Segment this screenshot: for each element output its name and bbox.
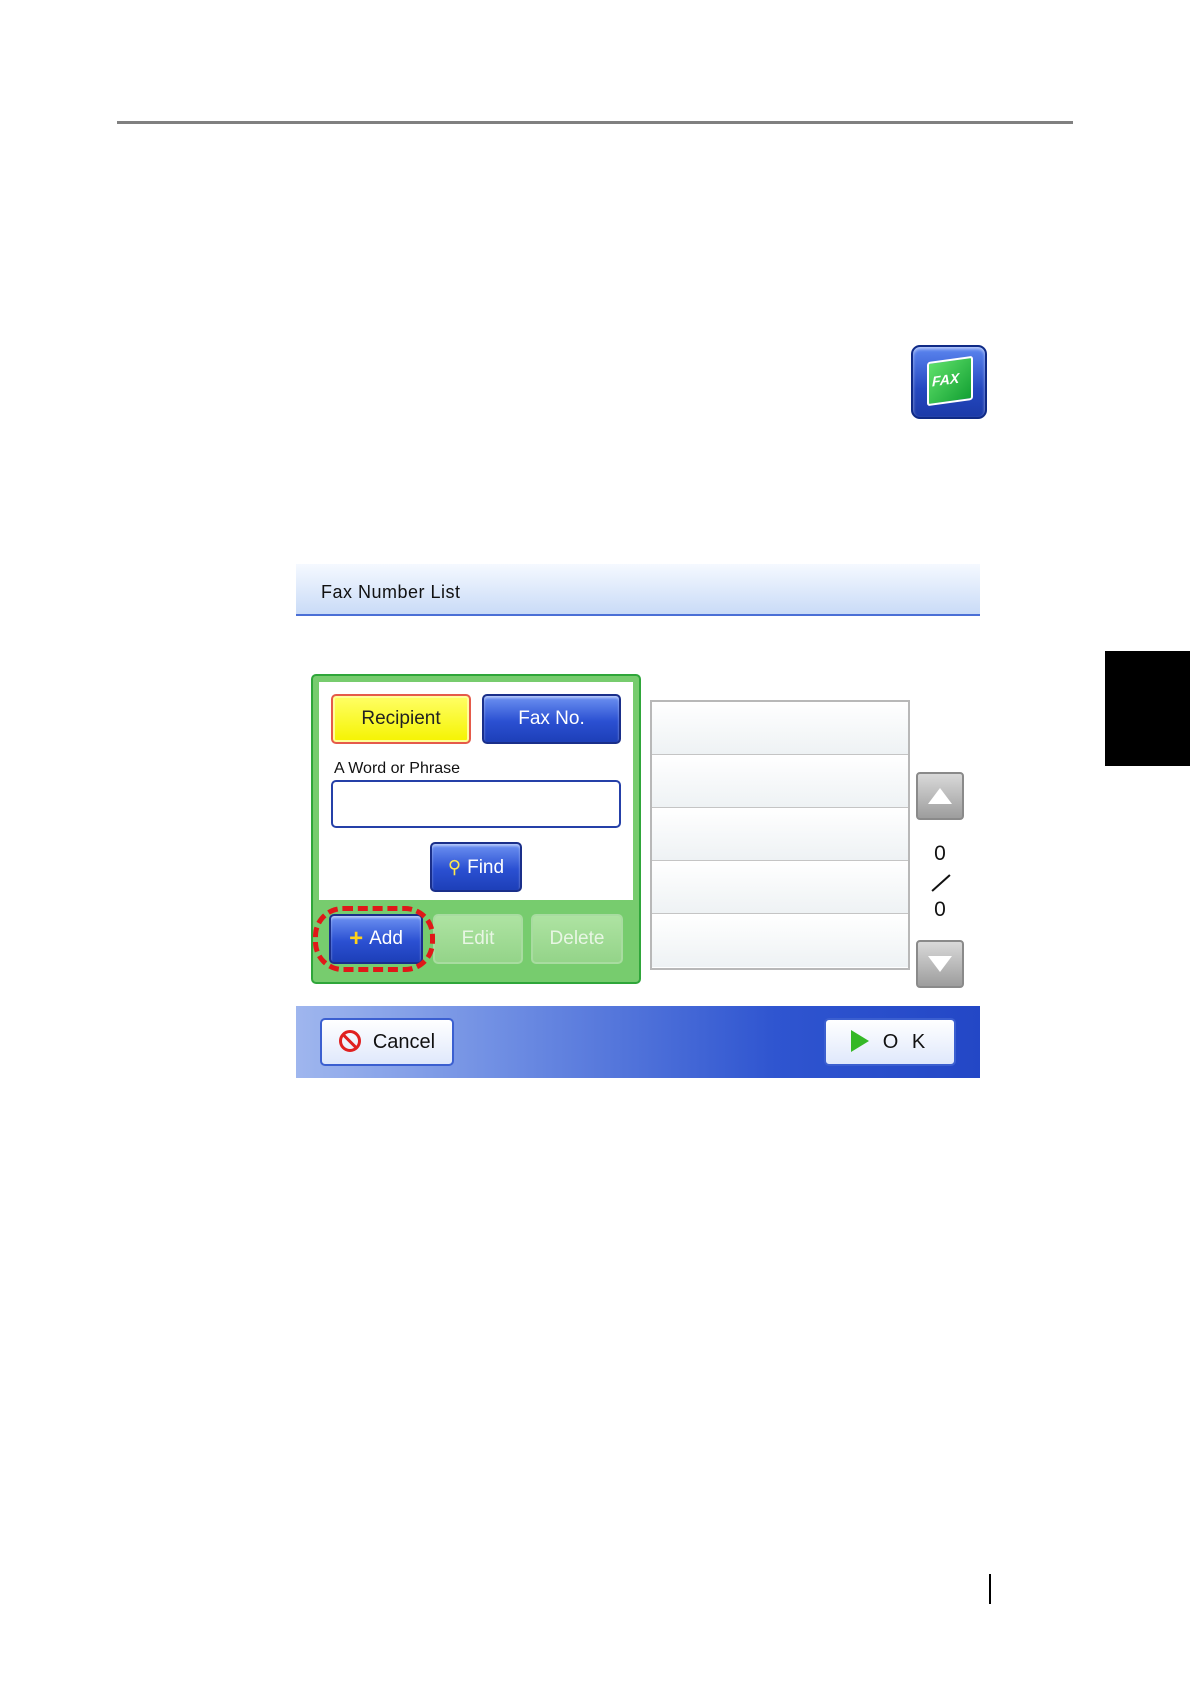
- search-input[interactable]: [331, 780, 621, 828]
- list-item[interactable]: [652, 755, 908, 808]
- search-criteria: Recipient Fax No. A Word or Phrase ⚲ Find: [319, 682, 633, 900]
- ok-button[interactable]: O K: [824, 1018, 956, 1066]
- list-item[interactable]: [652, 861, 908, 914]
- title-bar: Fax Number List: [296, 564, 980, 616]
- page-counter: 0 0: [920, 842, 960, 924]
- list-item[interactable]: [652, 808, 908, 861]
- page-separator: [920, 868, 960, 898]
- recipient-button[interactable]: Recipient: [331, 694, 471, 744]
- footer-bar: Cancel O K: [296, 1006, 980, 1078]
- total-pages: 0: [934, 898, 946, 921]
- arrow-down-icon: [928, 956, 952, 972]
- play-arrow-icon: [850, 1030, 869, 1052]
- list-item[interactable]: [652, 914, 908, 967]
- arrow-up-icon: [928, 788, 952, 804]
- edit-button[interactable]: Edit: [433, 914, 523, 964]
- fax-number-list-dialog: Fax Number List Recipient Fax No. A Word…: [296, 564, 980, 1078]
- book-icon: FAX: [927, 355, 973, 407]
- chapter-tab: [1105, 651, 1190, 766]
- word-or-phrase-label: A Word or Phrase: [334, 760, 460, 777]
- find-label: Find: [467, 857, 505, 878]
- fax-icon-label: FAX: [932, 369, 960, 390]
- find-button[interactable]: ⚲ Find: [430, 842, 522, 892]
- fax-number-list: [650, 700, 910, 970]
- prohibited-icon: [338, 1030, 361, 1052]
- add-label: Add: [369, 928, 403, 949]
- edit-label: Edit: [461, 928, 495, 949]
- delete-label: Delete: [549, 928, 605, 949]
- cancel-button[interactable]: Cancel: [320, 1018, 454, 1066]
- search-panel: Recipient Fax No. A Word or Phrase ⚲ Find…: [311, 674, 641, 984]
- current-page: 0: [934, 842, 946, 865]
- list-item[interactable]: [652, 702, 908, 755]
- add-button[interactable]: + Add: [329, 914, 423, 964]
- page-marker: [989, 1574, 991, 1604]
- search-icon: ⚲: [447, 857, 462, 877]
- scroll-down-button[interactable]: [916, 940, 964, 988]
- header-rule: [117, 121, 1073, 124]
- dialog-title: Fax Number List: [321, 582, 461, 602]
- scroll-up-button[interactable]: [916, 772, 964, 820]
- ok-label: O K: [882, 1031, 930, 1053]
- plus-icon: +: [349, 925, 364, 952]
- fax-no-button[interactable]: Fax No.: [482, 694, 621, 744]
- cancel-label: Cancel: [372, 1031, 436, 1053]
- fax-address-book-icon: FAX: [911, 345, 987, 419]
- delete-button[interactable]: Delete: [531, 914, 623, 964]
